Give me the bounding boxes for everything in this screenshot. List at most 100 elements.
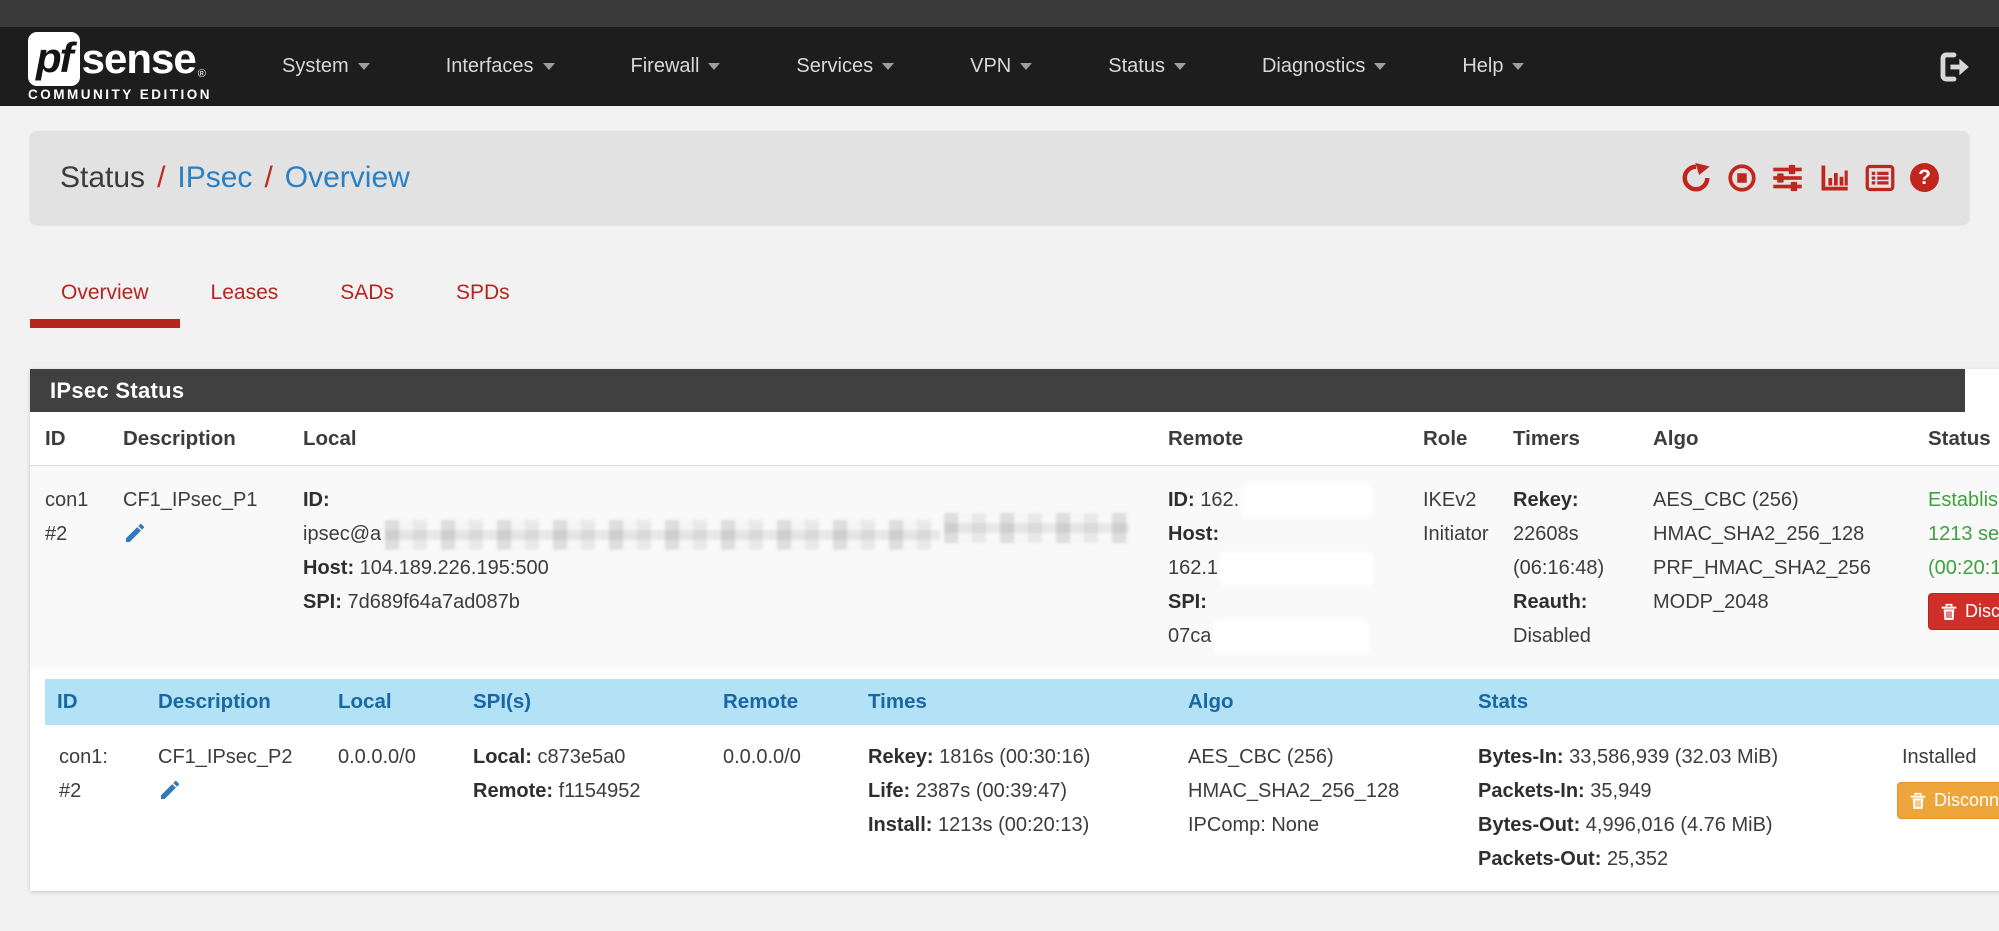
cell-description: CF1_IPsec_P1 xyxy=(115,466,295,670)
col-remote: Remote xyxy=(1160,412,1415,466)
cell-local: ID: ipsec@a Host: 104.189.226.195:500 SP… xyxy=(295,466,1160,670)
cell-id: con1 #2 xyxy=(30,466,115,670)
col-description: Description xyxy=(150,679,330,725)
nav-item-label: Help xyxy=(1462,55,1503,78)
tab-overview[interactable]: Overview xyxy=(30,269,180,321)
chevron-down-icon xyxy=(1020,63,1032,70)
cell-actions: Installed Disconnect xyxy=(1880,725,1999,891)
cell-description: CF1_IPsec_P2 xyxy=(150,725,330,891)
disconnect-label: Disconnect xyxy=(1965,601,1999,622)
page-action-icons: ? xyxy=(1680,162,1939,193)
remote-spi-label: SPI: xyxy=(1168,591,1207,613)
nav-item-label: Diagnostics xyxy=(1262,55,1365,78)
nav-item-label: Firewall xyxy=(631,55,700,78)
nav-item-interfaces[interactable]: Interfaces xyxy=(446,55,555,78)
panel-title: IPsec Status xyxy=(30,369,1965,412)
tab-sads[interactable]: SADs xyxy=(309,269,425,321)
breadcrumb: Status / IPsec / Overview xyxy=(60,161,410,195)
tab-leases[interactable]: Leases xyxy=(180,269,310,321)
tab-spds[interactable]: SPDs xyxy=(425,269,541,321)
cell-timers: Rekey: 22608s (06:16:48) Reauth: Disable… xyxy=(1505,466,1645,670)
nav-item-diagnostics[interactable]: Diagnostics xyxy=(1262,55,1386,78)
bytes-out-label: Bytes-Out: xyxy=(1478,814,1580,836)
reauth-value: Disabled xyxy=(1513,619,1637,653)
packets-out-label: Packets-Out: xyxy=(1478,848,1601,870)
algo-encryption: AES_CBC (256) xyxy=(1653,483,1912,517)
cell-algo: AES_CBC (256) HMAC_SHA2_256_128 PRF_HMAC… xyxy=(1645,466,1920,670)
breadcrumb-ipsec-link[interactable]: IPsec xyxy=(177,161,252,195)
sign-out-icon[interactable] xyxy=(1937,50,1971,84)
edit-icon[interactable] xyxy=(158,778,182,813)
remote-host-value: 162.1 xyxy=(1168,557,1218,579)
algo-integrity: HMAC_SHA2_256_128 xyxy=(1188,774,1462,808)
rekey-time: (06:16:48) xyxy=(1513,551,1637,585)
navbar: pf sense ® COMMUNITY EDITION System Inte… xyxy=(0,27,1999,106)
nav-item-status[interactable]: Status xyxy=(1108,55,1186,78)
help-glyph: ? xyxy=(1918,166,1931,190)
sliders-icon[interactable] xyxy=(1772,162,1803,193)
disconnect-button[interactable]: Disconnect xyxy=(1928,593,1999,630)
logo-pf-text: pf xyxy=(36,34,72,81)
rekey-value: 1816s (00:30:16) xyxy=(939,746,1090,768)
col-stats: Stats xyxy=(1470,679,1880,725)
ike-sa-table: ID Description Local Remote Role Timers … xyxy=(30,412,1999,669)
remote-spi-value: 07ca xyxy=(1168,625,1211,647)
bar-chart-icon[interactable] xyxy=(1818,162,1849,193)
col-id: ID xyxy=(30,412,115,466)
cell-id: con1: #2 xyxy=(45,725,150,891)
bytes-in-value: 33,586,939 (32.03 MiB) xyxy=(1569,746,1778,768)
breadcrumb-overview-link[interactable]: Overview xyxy=(285,161,410,195)
status-age: 1213 seconds xyxy=(1928,517,1999,551)
redacted-value xyxy=(1223,555,1371,583)
algo-dhgroup: MODP_2048 xyxy=(1653,585,1912,619)
pfsense-logo[interactable]: pf sense ® COMMUNITY EDITION xyxy=(28,32,212,102)
chevron-down-icon xyxy=(882,63,894,70)
local-host-value: 104.189.226.195:500 xyxy=(360,557,549,579)
list-icon[interactable] xyxy=(1864,162,1895,193)
remote-id-label: ID: xyxy=(1168,489,1195,511)
nav-item-label: Services xyxy=(796,55,873,78)
local-spi-label: SPI: xyxy=(303,591,342,613)
pfsense-status-ipsec-page: pf sense ® COMMUNITY EDITION System Inte… xyxy=(0,0,1999,931)
ike-id-number: #2 xyxy=(45,517,107,551)
role-version: IKEv2 xyxy=(1423,483,1497,517)
refresh-icon[interactable] xyxy=(1680,162,1711,193)
nav-item-help[interactable]: Help xyxy=(1462,55,1524,78)
redacted-value xyxy=(385,520,940,550)
col-spis: SPI(s) xyxy=(465,679,715,725)
spi-local-value: c873e5a0 xyxy=(537,746,625,768)
packets-out-value: 25,352 xyxy=(1607,848,1668,870)
ike-sa-row: con1 #2 CF1_IPsec_P1 ID: ipsec@a Host: 1… xyxy=(30,466,1999,670)
cell-role: IKEv2 Initiator xyxy=(1415,466,1505,670)
local-spi-value: 7d689f64a7ad087b xyxy=(347,591,519,613)
ike-description: CF1_IPsec_P1 xyxy=(123,483,287,517)
chevron-down-icon xyxy=(708,63,720,70)
rekey-label: Rekey: xyxy=(1513,489,1579,511)
col-status: Status xyxy=(1920,412,1999,466)
col-timers: Timers xyxy=(1505,412,1645,466)
cell-remote: 0.0.0.0/0 xyxy=(715,725,860,891)
col-role: Role xyxy=(1415,412,1505,466)
trash-icon xyxy=(1941,603,1957,621)
col-times: Times xyxy=(860,679,1180,725)
top-strip xyxy=(0,0,1999,27)
stop-icon[interactable] xyxy=(1726,162,1757,193)
child-remote-network: 0.0.0.0/0 xyxy=(723,740,852,774)
col-id: ID xyxy=(45,679,150,725)
nav-item-system[interactable]: System xyxy=(282,55,370,78)
cell-times: Rekey: 1816s (00:30:16) Life: 2387s (00:… xyxy=(860,725,1180,891)
nav-item-services[interactable]: Services xyxy=(796,55,894,78)
registered-mark: ® xyxy=(198,68,206,80)
spi-remote-value: f1154952 xyxy=(559,780,641,802)
nav-item-vpn[interactable]: VPN xyxy=(970,55,1032,78)
cell-local: 0.0.0.0/0 xyxy=(330,725,465,891)
edit-icon[interactable] xyxy=(123,521,147,556)
col-algo: Algo xyxy=(1180,679,1470,725)
disconnect-child-button[interactable]: Disconnect xyxy=(1897,782,1999,819)
help-icon[interactable]: ? xyxy=(1910,163,1939,192)
local-id-label: ID: xyxy=(303,489,330,511)
ike-table-header-row: ID Description Local Remote Role Timers … xyxy=(30,412,1999,466)
nav-item-firewall[interactable]: Firewall xyxy=(631,55,721,78)
local-id-value: ipsec@a xyxy=(303,523,381,545)
chevron-down-icon xyxy=(358,63,370,70)
